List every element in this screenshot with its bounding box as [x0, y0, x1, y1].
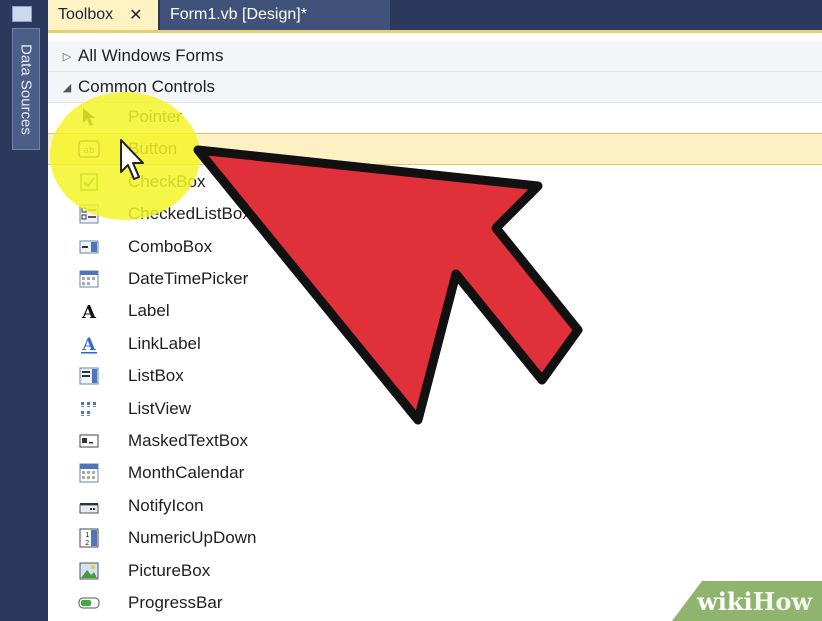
- svg-text:1: 1: [85, 531, 89, 539]
- toolbox-item-label: NotifyIcon: [128, 495, 204, 515]
- collapse-arrow-icon: ◢: [62, 81, 72, 94]
- data-sources-label: Data Sources: [17, 43, 35, 135]
- progressbar-icon: [78, 592, 100, 614]
- toolbox-item-label[interactable]: A Label: [48, 295, 822, 327]
- toolbox-item-label: Label: [128, 301, 170, 321]
- toolbox-item-label: NumericUpDown: [128, 528, 257, 548]
- svg-text:A: A: [81, 302, 97, 321]
- toolbox-item-maskedtextbox[interactable]: MaskedTextBox: [48, 425, 822, 457]
- data-sources-tab[interactable]: Data Sources: [12, 28, 40, 150]
- checkedlistbox-icon: [78, 203, 100, 225]
- toolbox-item-label: MaskedTextBox: [128, 431, 248, 450]
- watermark-how: How: [752, 586, 812, 616]
- tab-toolbox[interactable]: Toolbox ✕: [48, 0, 158, 30]
- toolbox-item-label: ComboBox: [128, 236, 213, 256]
- picturebox-icon: [78, 560, 100, 582]
- section-label: Common Controls: [78, 77, 215, 96]
- toolbox-item-label: LinkLabel: [128, 333, 201, 353]
- svg-text:A: A: [81, 335, 96, 354]
- expand-arrow-icon: ▷: [62, 50, 72, 63]
- monthcalendar-icon: [78, 462, 100, 484]
- maskedtextbox-icon: [78, 430, 100, 452]
- button-icon: ab: [78, 138, 100, 160]
- toolbox-item-checkedlistbox[interactable]: CheckedListBox: [48, 198, 822, 230]
- toolbox-item-label: MonthCalendar: [128, 463, 245, 483]
- toolbox-item-label: DateTimePicker: [128, 269, 249, 288]
- toolbox-item-button[interactable]: ab Button: [48, 133, 822, 166]
- toolbox-item-label: PictureBox: [128, 560, 211, 580]
- listbox-icon: [78, 365, 100, 387]
- checkbox-icon: [78, 171, 100, 193]
- svg-text:2: 2: [85, 539, 89, 547]
- tab-form1-label: Form1.vb [Design]*: [170, 6, 307, 23]
- document-tab-bar: Toolbox ✕ Form1.vb [Design]*: [48, 0, 822, 33]
- section-label: All Windows Forms: [78, 46, 224, 65]
- numericupdown-icon: 12: [78, 527, 100, 549]
- left-dock-strip: Data Sources: [0, 0, 48, 621]
- close-icon[interactable]: ✕: [129, 5, 142, 25]
- toolbox-item-label: ListView: [128, 398, 191, 418]
- section-all-windows-forms[interactable]: ▷ All Windows Forms: [48, 41, 822, 72]
- tab-form1-design[interactable]: Form1.vb [Design]*: [160, 0, 390, 30]
- watermark-wiki: wiki: [697, 586, 753, 616]
- toolbox-item-combobox[interactable]: ComboBox: [48, 231, 822, 263]
- linklabel-icon: A: [78, 333, 100, 355]
- notifyicon-icon: [78, 495, 100, 517]
- section-common-controls[interactable]: ◢ Common Controls: [48, 72, 822, 103]
- toolbox-item-label: CheckedListBox: [128, 204, 251, 224]
- toolbox-item-listview[interactable]: ListView: [48, 393, 822, 425]
- toolbox-item-label: ListBox: [128, 366, 184, 386]
- datetimepicker-icon: [78, 268, 100, 290]
- listview-icon: [78, 398, 100, 420]
- pin-icon[interactable]: [12, 6, 32, 22]
- toolbox-item-checkbox[interactable]: CheckBox: [48, 166, 822, 198]
- toolbox-item-numericupdown[interactable]: 1 2 NumericUpDown: [48, 522, 822, 554]
- tab-toolbox-label: Toolbox: [58, 6, 114, 23]
- toolbox-item-label: Pointer: [128, 107, 182, 126]
- toolbox-panel: ▷ All Windows Forms ◢ Common Controls Po…: [48, 33, 822, 621]
- toolbox-item-linklabel[interactable]: A LinkLabel: [48, 328, 822, 360]
- label-icon: A: [78, 300, 100, 322]
- combobox-icon: [78, 236, 100, 258]
- toolbox-item-listbox[interactable]: ListBox: [48, 360, 822, 392]
- pointer-icon: [78, 106, 100, 128]
- toolbox-item-monthcalendar[interactable]: MonthCalendar: [48, 457, 822, 489]
- toolbox-item-datetimepicker[interactable]: DateTimePicker: [48, 263, 822, 295]
- toolbox-item-label: CheckBox: [128, 171, 206, 191]
- toolbox-item-label: ProgressBar: [128, 593, 223, 612]
- svg-text:ab: ab: [83, 146, 95, 156]
- toolbox-item-notifyicon[interactable]: NotifyIcon: [48, 490, 822, 522]
- toolbox-item-pointer[interactable]: Pointer: [48, 101, 822, 133]
- toolbox-item-label: Button: [128, 139, 178, 159]
